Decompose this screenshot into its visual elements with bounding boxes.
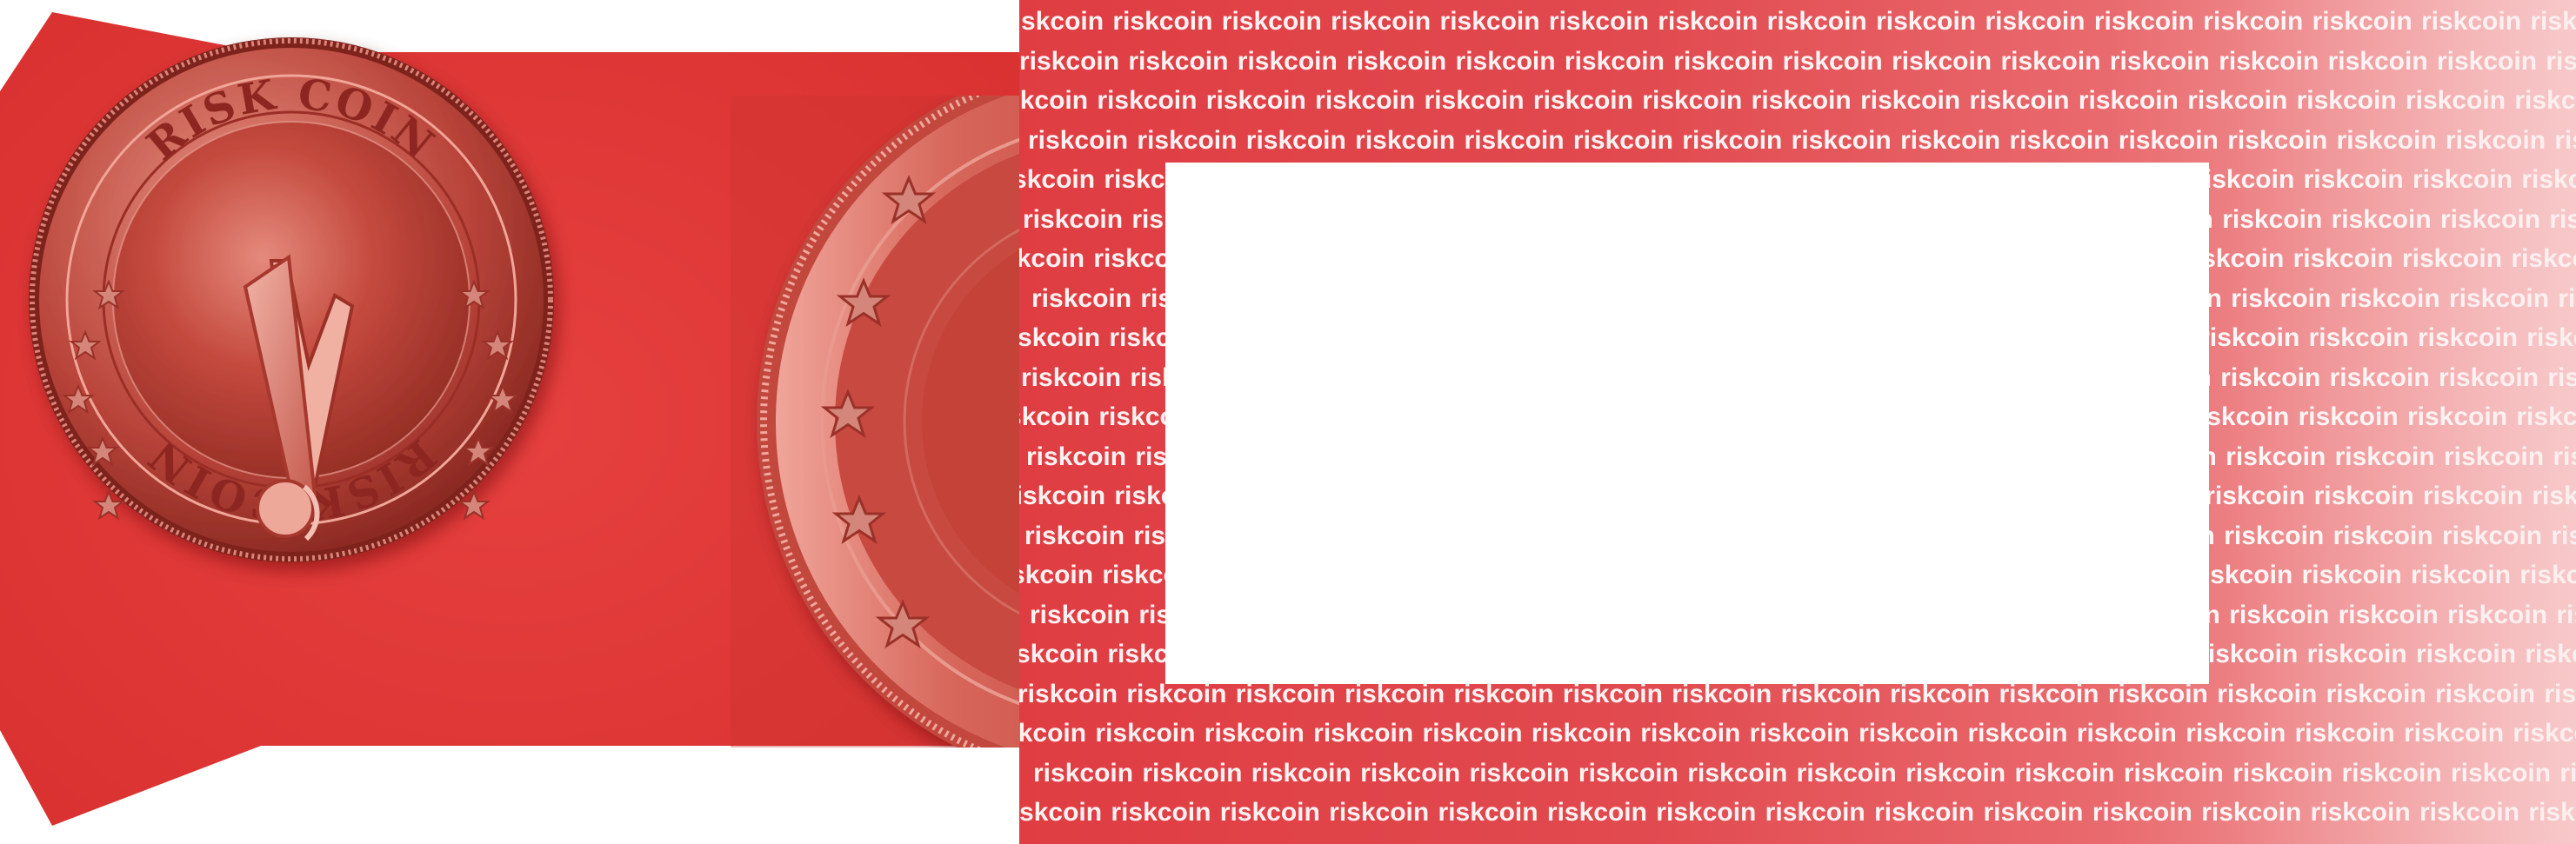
packaging-dieline: RISK COIN RISK COIN riskcoin riskcoin ri bbox=[0, 0, 2576, 844]
pattern-line: riskcoin riskcoin riskcoin riskcoin risk… bbox=[1019, 46, 2576, 76]
pattern-line: riskcoin riskcoin riskcoin riskcoin risk… bbox=[1019, 719, 2576, 748]
envelope-panel: RISK COIN RISK COIN bbox=[0, 12, 1019, 826]
riskcoin-pattern-panel: riskcoin riskcoin riskcoin riskcoin risk… bbox=[1019, 0, 2576, 844]
pattern-line: riskcoin riskcoin riskcoin riskcoin risk… bbox=[1019, 7, 2576, 36]
blank-label-area bbox=[1165, 163, 2209, 684]
pattern-line: riskcoin riskcoin riskcoin riskcoin risk… bbox=[1033, 758, 2576, 788]
pattern-line: riskcoin riskcoin riskcoin riskcoin risk… bbox=[1019, 798, 2576, 827]
pattern-line: riskcoin riskcoin riskcoin riskcoin risk… bbox=[1028, 125, 2576, 155]
pattern-line: riskcoin riskcoin riskcoin riskcoin risk… bbox=[1019, 86, 2576, 115]
